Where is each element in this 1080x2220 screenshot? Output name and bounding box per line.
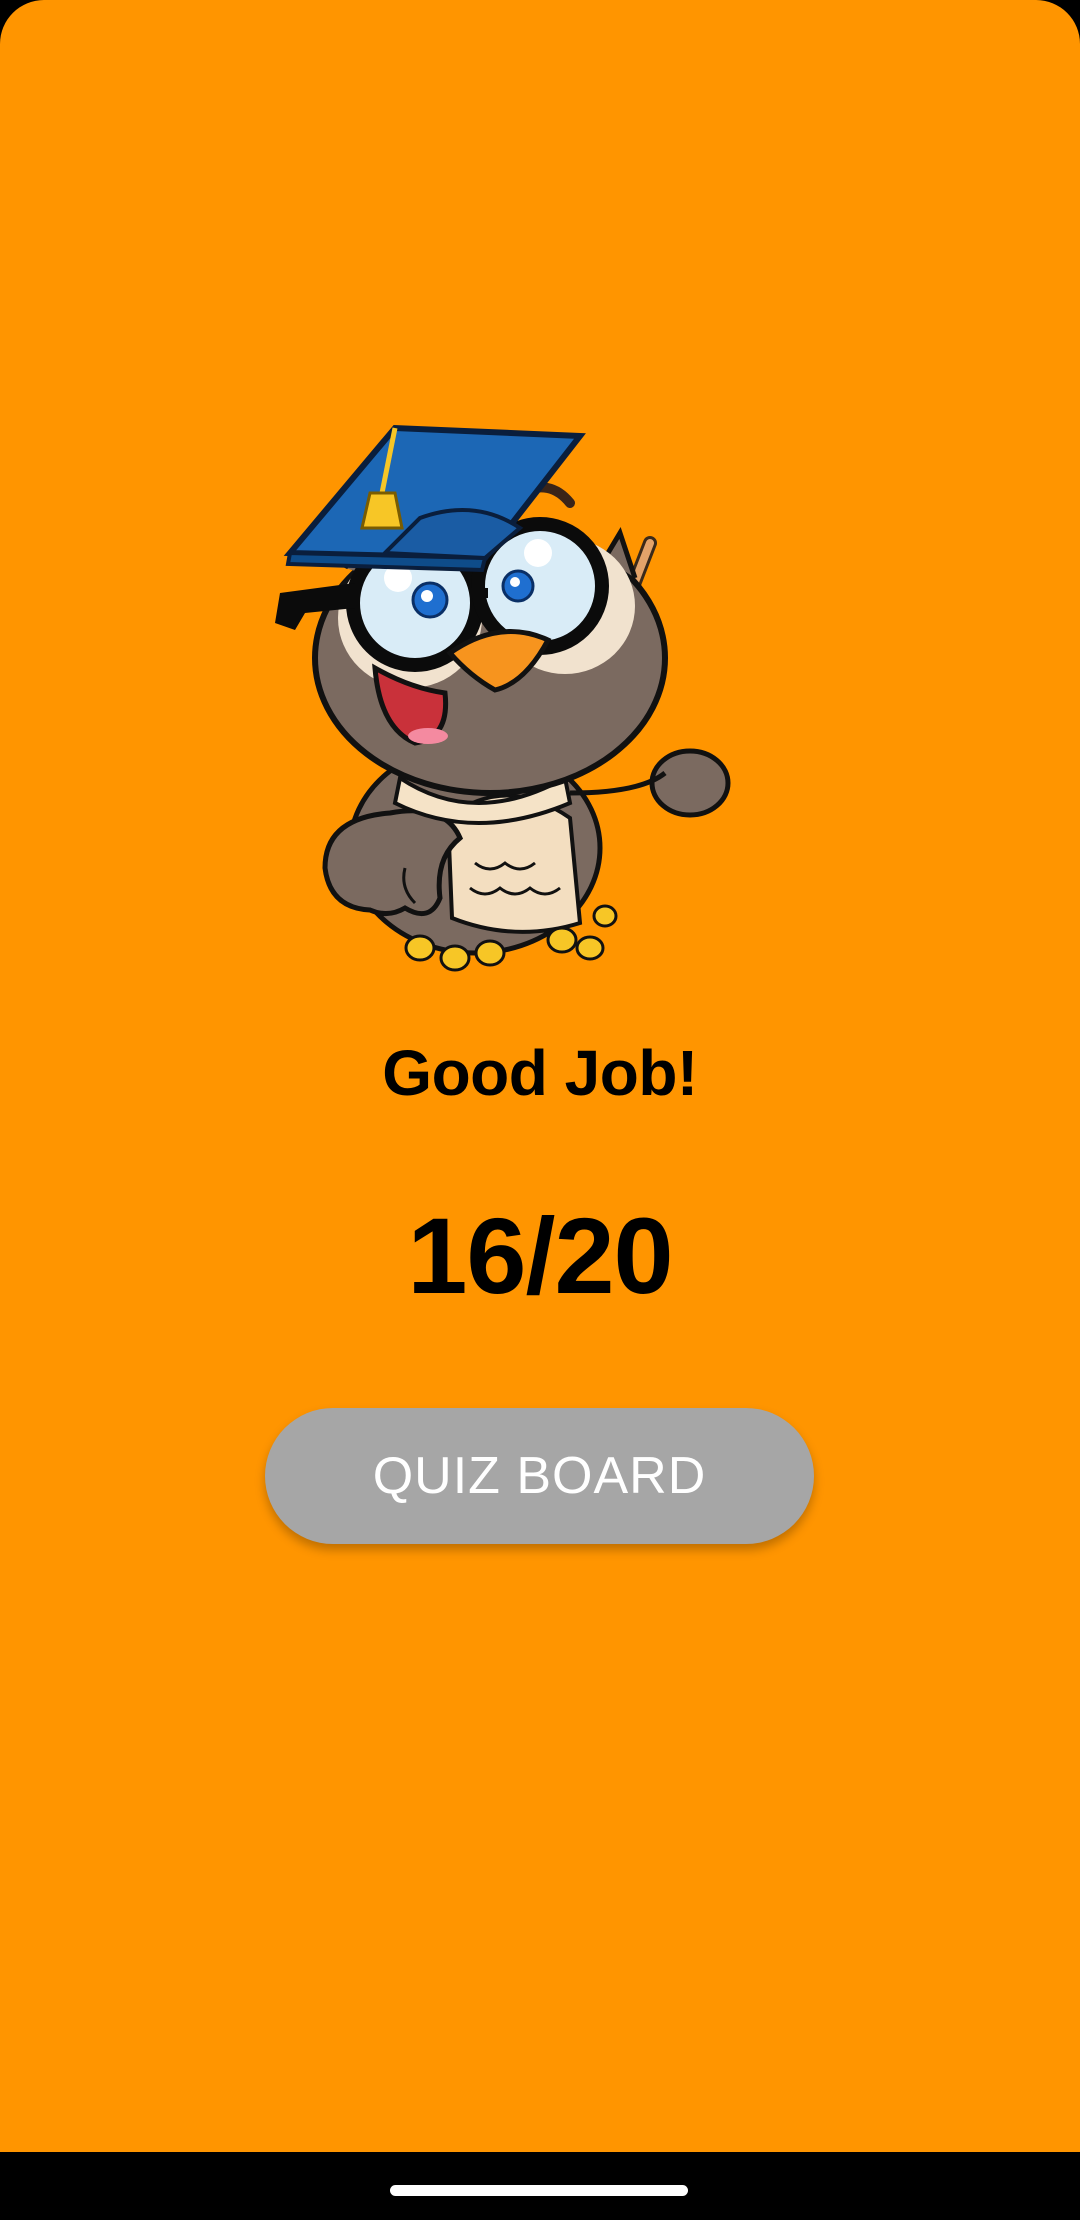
result-title: Good Job!: [382, 1037, 698, 1109]
quiz-board-button-label: QUIZ BOARD: [372, 1447, 707, 1505]
score-value: 16/20: [407, 1195, 673, 1316]
result-screen: Good Job! 16/20 QUIZ BOARD: [0, 0, 1080, 2152]
owl-teacher-icon: [270, 418, 810, 978]
quiz-board-button[interactable]: QUIZ BOARD: [265, 1408, 814, 1544]
home-gesture-handle[interactable]: [390, 2185, 688, 2196]
